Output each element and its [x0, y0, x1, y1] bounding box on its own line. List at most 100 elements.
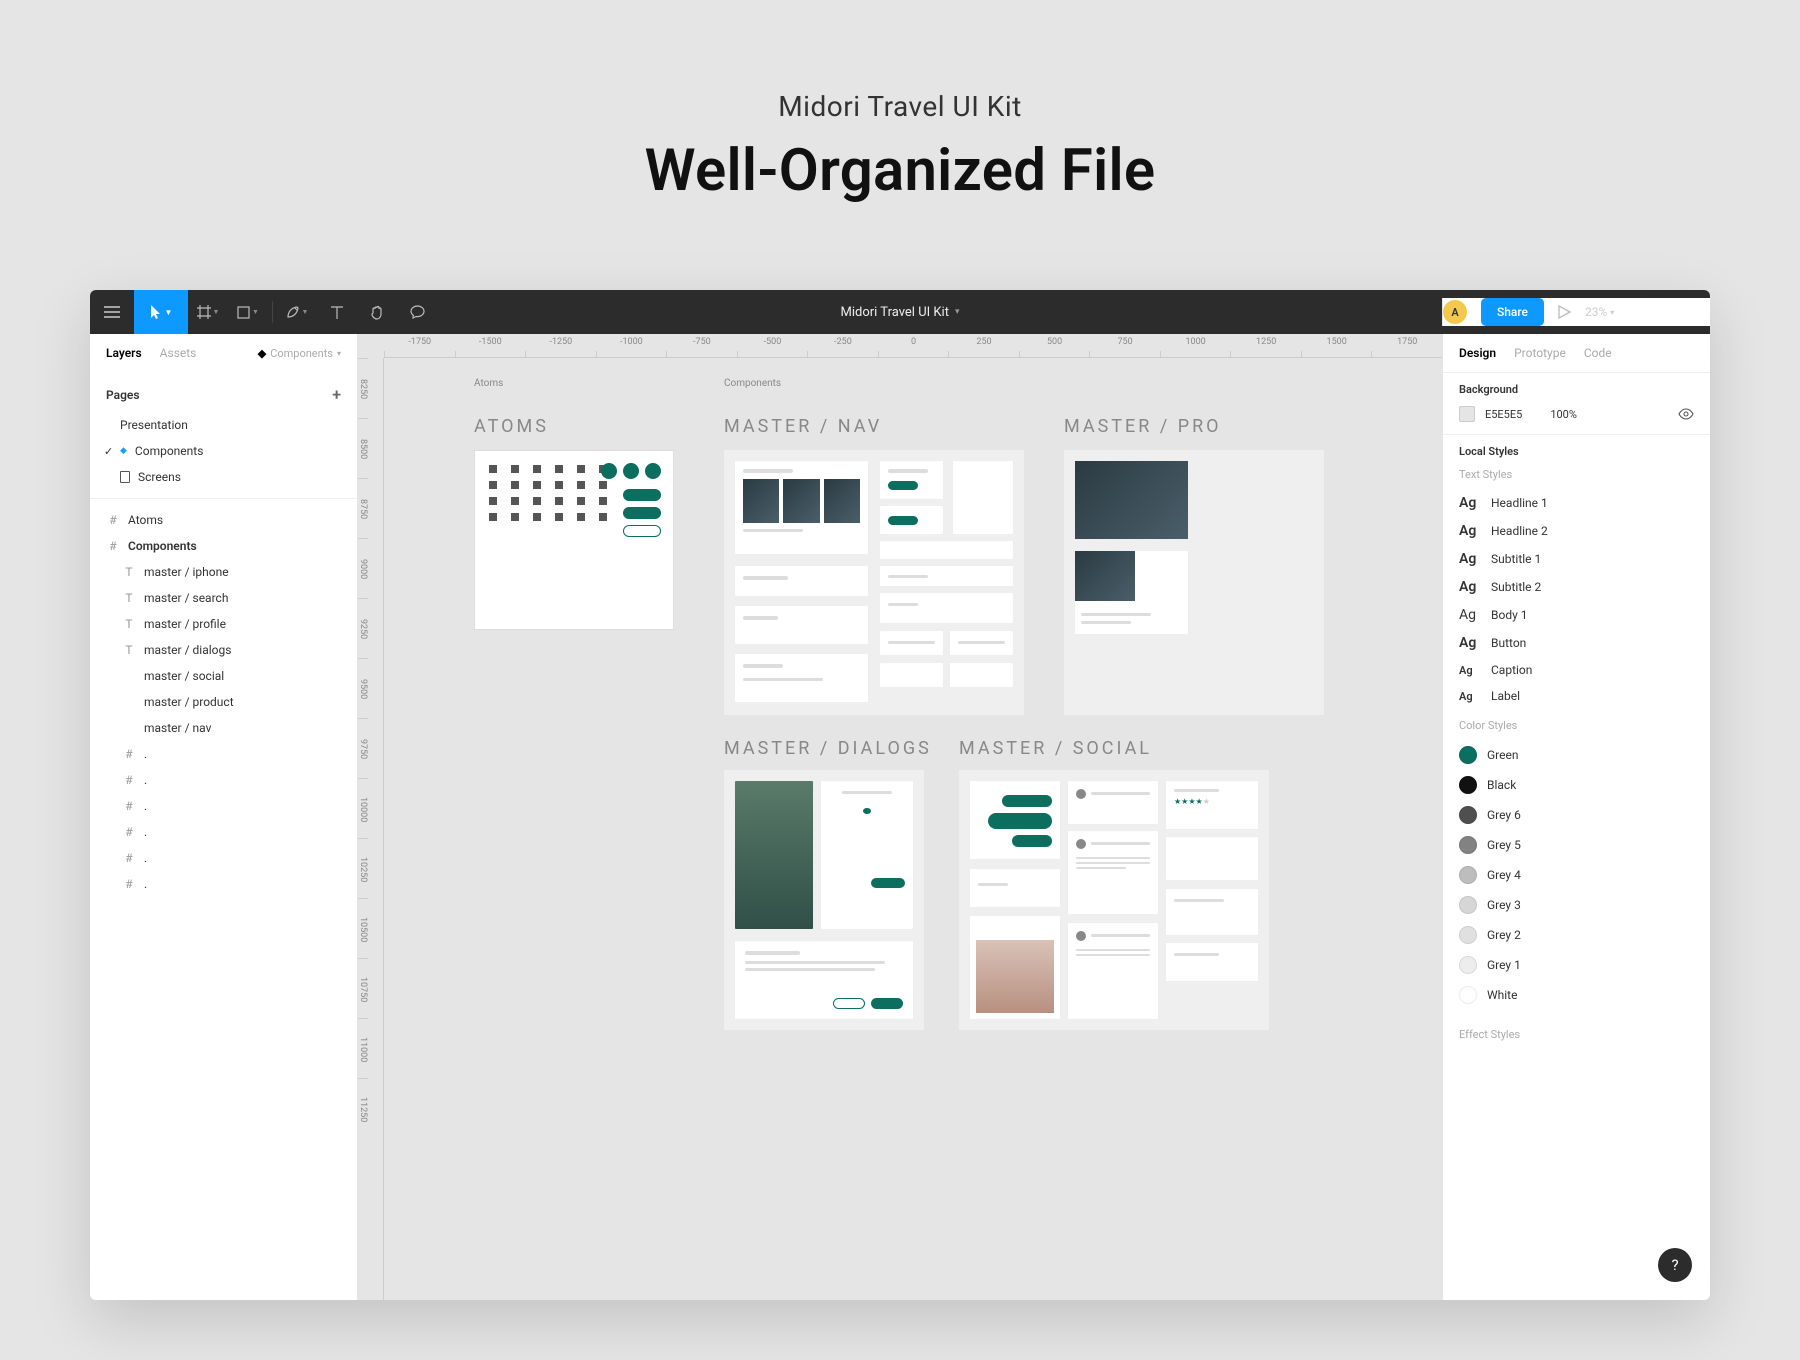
color-style-row[interactable]: Grey 1: [1459, 950, 1694, 980]
move-tool[interactable]: ▼: [134, 290, 188, 334]
tab-design[interactable]: Design: [1459, 346, 1496, 360]
chevron-down-icon: ▾: [1610, 308, 1614, 317]
text-style-row[interactable]: AgBody 1: [1459, 601, 1694, 629]
color-style-row[interactable]: Grey 5: [1459, 830, 1694, 860]
layer-icon: #: [122, 851, 136, 865]
layer-label: master / nav: [144, 721, 211, 735]
text-tool[interactable]: [317, 290, 357, 334]
layer-item[interactable]: master / nav: [90, 715, 357, 741]
text-style-name: Body 1: [1491, 608, 1528, 622]
frame-tool[interactable]: ▼: [188, 290, 228, 334]
help-button[interactable]: ?: [1658, 1248, 1692, 1282]
layer-item[interactable]: #Components: [90, 533, 357, 559]
share-button[interactable]: Share: [1481, 298, 1544, 326]
pen-tool[interactable]: ▼: [277, 290, 317, 334]
text-style-sample: Ag: [1459, 664, 1481, 677]
color-style-row[interactable]: Grey 3: [1459, 890, 1694, 920]
page-item-screens[interactable]: Screens: [90, 464, 357, 490]
layer-item[interactable]: Tmaster / profile: [90, 611, 357, 637]
tab-assets[interactable]: Assets: [160, 346, 197, 360]
artboard-master-dialogs[interactable]: [724, 770, 924, 1030]
frame-title: MASTER / NAV: [724, 416, 882, 437]
tab-prototype[interactable]: Prototype: [1514, 346, 1566, 360]
layer-icon: #: [122, 877, 136, 891]
background-title: Background: [1459, 383, 1694, 396]
present-icon[interactable]: [1558, 305, 1571, 319]
tab-layers[interactable]: Layers: [106, 346, 142, 360]
color-swatch: [1459, 956, 1477, 974]
background-block: Background E5E5E5 100%: [1443, 372, 1710, 434]
layer-item[interactable]: master / product: [90, 689, 357, 715]
ruler-horizontal: -1750-1500-1250-1000-750-500-25002505007…: [384, 334, 1442, 358]
text-style-sample: Ag: [1459, 495, 1481, 511]
text-style-row[interactable]: AgSubtitle 2: [1459, 573, 1694, 601]
text-style-row[interactable]: AgHeadline 1: [1459, 489, 1694, 517]
app-body: Layers Assets ◆ Components ▾ Pages + Pre…: [90, 334, 1710, 1300]
layer-item[interactable]: #.: [90, 793, 357, 819]
background-swatch[interactable]: [1459, 406, 1475, 422]
comment-tool[interactable]: [397, 290, 437, 334]
canvas-area[interactable]: -1750-1500-1250-1000-750-500-25002505007…: [358, 334, 1442, 1300]
layer-icon: #: [122, 799, 136, 813]
file-title[interactable]: Midori Travel UI Kit ▾: [841, 305, 960, 320]
artboard-atoms[interactable]: [474, 450, 674, 630]
frame-label: Atoms: [474, 378, 503, 389]
layer-item[interactable]: master / social: [90, 663, 357, 689]
page-item-components[interactable]: ◆ Components: [90, 438, 357, 464]
color-style-row[interactable]: Grey 4: [1459, 860, 1694, 890]
tab-code[interactable]: Code: [1584, 346, 1612, 360]
components-library-link[interactable]: ◆ Components ▾: [258, 347, 341, 360]
menu-icon[interactable]: [90, 290, 134, 334]
text-style-row[interactable]: AgButton: [1459, 629, 1694, 657]
diamond-icon: ◆: [120, 446, 127, 456]
shape-tool[interactable]: ▼: [228, 290, 268, 334]
zoom-control[interactable]: 23% ▾: [1585, 305, 1614, 319]
file-title-text: Midori Travel UI Kit: [841, 305, 949, 320]
color-style-name: Grey 3: [1487, 898, 1521, 912]
color-style-row[interactable]: Grey 6: [1459, 800, 1694, 830]
pages-header: Pages +: [90, 371, 357, 412]
layer-item[interactable]: #.: [90, 845, 357, 871]
add-page-button[interactable]: +: [332, 385, 341, 404]
hand-tool[interactable]: [357, 290, 397, 334]
color-style-row[interactable]: White: [1459, 980, 1694, 1010]
layer-label: .: [144, 773, 147, 787]
layer-item[interactable]: Tmaster / dialogs: [90, 637, 357, 663]
color-style-row[interactable]: Grey 2: [1459, 920, 1694, 950]
layer-label: master / product: [144, 695, 234, 709]
text-style-row[interactable]: AgLabel: [1459, 683, 1694, 709]
text-style-row[interactable]: AgSubtitle 1: [1459, 545, 1694, 573]
color-style-row[interactable]: Black: [1459, 770, 1694, 800]
layer-icon: T: [122, 617, 136, 631]
background-opacity[interactable]: 100%: [1550, 408, 1577, 421]
eye-icon[interactable]: [1678, 408, 1694, 420]
text-style-row[interactable]: AgHeadline 2: [1459, 517, 1694, 545]
artboard-master-social[interactable]: ★★★★★: [959, 770, 1269, 1030]
layer-item[interactable]: #Atoms: [90, 507, 357, 533]
layer-item[interactable]: Tmaster / search: [90, 585, 357, 611]
color-style-row[interactable]: Green: [1459, 740, 1694, 770]
layer-label: .: [144, 799, 147, 813]
right-panel: Design Prototype Code Background E5E5E5 …: [1442, 334, 1710, 1300]
color-swatch: [1459, 746, 1477, 764]
canvas[interactable]: AtomsComponents ATOMSMASTER / NAVMASTER …: [384, 358, 1442, 1300]
layer-item[interactable]: #.: [90, 819, 357, 845]
layer-item[interactable]: #.: [90, 767, 357, 793]
page-item-presentation[interactable]: Presentation: [90, 412, 357, 438]
color-style-name: Grey 2: [1487, 928, 1521, 942]
text-style-row[interactable]: AgCaption: [1459, 657, 1694, 683]
avatar[interactable]: A: [1443, 300, 1467, 324]
artboard-master-nav[interactable]: [724, 450, 1024, 715]
layer-item[interactable]: Tmaster / iphone: [90, 559, 357, 585]
left-panel: Layers Assets ◆ Components ▾ Pages + Pre…: [90, 334, 358, 1300]
text-style-sample: Ag: [1459, 690, 1481, 703]
left-panel-tabs: Layers Assets ◆ Components ▾: [90, 334, 357, 371]
frame-title: MASTER / DIALOGS: [724, 738, 932, 759]
layer-label: .: [144, 851, 147, 865]
artboard-master-pro[interactable]: [1064, 450, 1324, 715]
background-hex[interactable]: E5E5E5: [1485, 408, 1522, 421]
layer-icon: #: [122, 747, 136, 761]
layer-item[interactable]: #.: [90, 871, 357, 897]
layer-item[interactable]: #.: [90, 741, 357, 767]
layer-label: .: [144, 747, 147, 761]
